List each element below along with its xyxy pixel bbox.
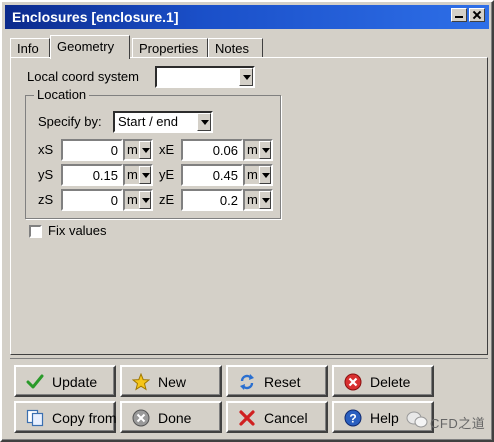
ze-unit-select[interactable]: m: [243, 189, 273, 211]
reset-label: Reset: [264, 374, 301, 390]
chevron-down-icon[interactable]: [139, 141, 151, 159]
ye-unit-select[interactable]: m: [243, 164, 273, 186]
cancel-label: Cancel: [264, 410, 308, 426]
tab-geometry[interactable]: Geometry: [50, 35, 130, 59]
zs-label: zS: [38, 192, 54, 207]
copy-from-button[interactable]: Copy from: [14, 401, 117, 433]
ys-label: yS: [38, 167, 54, 182]
chevron-down-icon[interactable]: [139, 191, 151, 209]
specify-by-label: Specify by:: [38, 114, 102, 129]
copy-icon: [26, 409, 44, 427]
window-title: Enclosures [enclosure.1]: [12, 9, 179, 25]
zs-unit-select[interactable]: m: [123, 189, 153, 211]
xs-label: xS: [38, 142, 54, 157]
minimize-button[interactable]: [451, 8, 467, 22]
title-bar[interactable]: Enclosures [enclosure.1]: [5, 5, 489, 29]
tab-notes[interactable]: Notes: [208, 38, 263, 58]
xe-unit: m: [247, 142, 258, 157]
geometry-panel: Local coord system Location Specify by: …: [10, 57, 488, 355]
xs-unit-select[interactable]: m: [123, 139, 153, 161]
chat-bubble-icon: [406, 411, 428, 428]
enclosures-dialog: Enclosures [enclosure.1] Info Geometry P…: [0, 0, 494, 442]
cross-icon: [239, 410, 255, 426]
update-label: Update: [52, 374, 98, 390]
svg-text:?: ?: [349, 412, 356, 426]
zs-input[interactable]: 0: [61, 189, 123, 211]
chevron-down-icon[interactable]: [197, 113, 211, 131]
ye-input[interactable]: 0.45: [181, 164, 243, 186]
delete-button[interactable]: Delete: [332, 365, 434, 397]
tab-properties[interactable]: Properties: [132, 38, 208, 58]
chevron-down-icon[interactable]: [259, 191, 271, 209]
delete-label: Delete: [370, 374, 411, 390]
copy-from-label: Copy from: [52, 410, 117, 426]
delete-icon: [344, 373, 362, 391]
cancel-button[interactable]: Cancel: [226, 401, 328, 433]
xs-unit: m: [127, 142, 138, 157]
new-label: New: [158, 374, 187, 390]
reset-button[interactable]: Reset: [226, 365, 328, 397]
zs-unit: m: [127, 192, 138, 207]
tab-info[interactable]: Info: [10, 38, 50, 58]
refresh-icon: [240, 374, 254, 390]
local-coord-select[interactable]: [155, 66, 255, 88]
ye-label: yE: [159, 167, 175, 182]
ys-input[interactable]: 0.15: [61, 164, 123, 186]
watermark-text: CFD之道: [430, 416, 486, 431]
ze-label: zE: [159, 192, 175, 207]
ys-unit-select[interactable]: m: [123, 164, 153, 186]
chevron-down-icon[interactable]: [139, 166, 151, 184]
fix-values-checkbox[interactable]: [29, 225, 42, 238]
chevron-down-icon[interactable]: [239, 68, 253, 86]
watermark: CFD之道: [406, 406, 494, 436]
chevron-down-icon[interactable]: [259, 166, 271, 184]
close-button[interactable]: [469, 8, 485, 22]
ze-unit: m: [247, 192, 258, 207]
chevron-down-icon[interactable]: [259, 141, 271, 159]
xs-input[interactable]: 0: [61, 139, 123, 161]
done-icon: [132, 409, 150, 427]
ye-unit: m: [247, 167, 258, 182]
specify-by-value: Start / end: [118, 114, 178, 129]
update-button[interactable]: Update: [14, 365, 116, 397]
location-legend: Location: [34, 87, 90, 102]
local-coord-label: Local coord system: [27, 69, 139, 84]
xe-unit-select[interactable]: m: [243, 139, 273, 161]
specify-by-select[interactable]: Start / end: [113, 111, 213, 133]
help-icon: ?: [344, 409, 362, 427]
star-icon: [132, 373, 150, 391]
ys-unit: m: [127, 167, 138, 182]
fix-values-label: Fix values: [48, 223, 107, 238]
help-label: Help: [370, 410, 399, 426]
new-button[interactable]: New: [120, 365, 222, 397]
xe-input[interactable]: 0.06: [181, 139, 243, 161]
ze-input[interactable]: 0.2: [181, 189, 243, 211]
location-group: Location Specify by: Start / end xS 0 m …: [25, 87, 281, 219]
checkmark-icon: [26, 374, 44, 389]
done-label: Done: [158, 410, 192, 426]
xe-label: xE: [159, 142, 175, 157]
done-button[interactable]: Done: [120, 401, 222, 433]
